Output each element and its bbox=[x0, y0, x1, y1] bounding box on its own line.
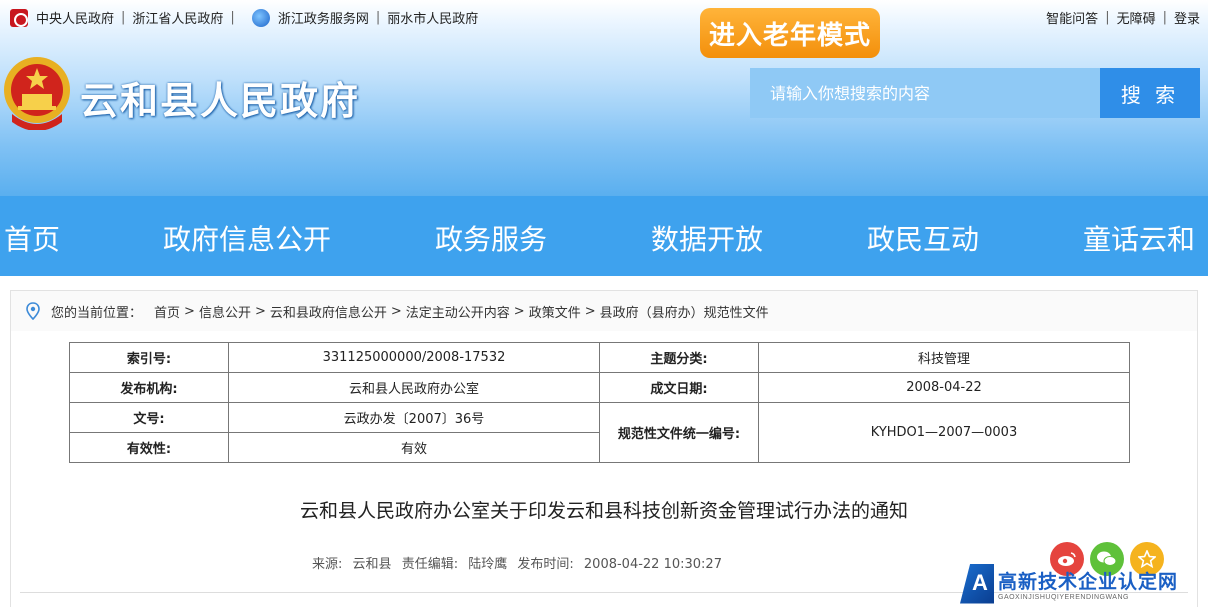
national-emblem-logo bbox=[4, 57, 70, 130]
link-zhejiang-gov[interactable]: 浙江省人民政府 bbox=[132, 8, 223, 27]
link-smart-qa[interactable]: 智能问答 bbox=[1046, 8, 1098, 27]
nav-interaction[interactable]: 政民互动 bbox=[867, 218, 979, 258]
topic-value: 科技管理 bbox=[758, 342, 1130, 373]
search-button[interactable]: 搜 索 bbox=[1100, 68, 1200, 118]
breadcrumb-home[interactable]: 首页 bbox=[154, 302, 180, 321]
table-row: 发布机构: 云和县人民政府办公室 成文日期: 2008-04-22 bbox=[69, 372, 1130, 403]
docno-label: 文号: bbox=[69, 402, 229, 433]
source-value: 云和县 bbox=[352, 557, 392, 572]
document-metadata-table: 索引号: 331125000000/2008-17532 主题分类: 科技管理 … bbox=[69, 342, 1130, 463]
document-title: 云和县人民政府办公室关于印发云和县科技创新资金管理试行办法的通知 bbox=[299, 500, 908, 522]
main-nav: 首页 政府信息公开 政务服务 数据开放 政民互动 童话云和 bbox=[0, 196, 1208, 276]
watermark-logo-icon: A bbox=[960, 563, 994, 604]
org-value: 云和县人民政府办公室 bbox=[228, 372, 600, 403]
date-value: 2008-04-22 bbox=[758, 372, 1130, 403]
link-login[interactable]: 登录 bbox=[1174, 8, 1200, 27]
document-byline: 来源: 云和县 责任编辑: 陆玲鹰 发布时间: 2008-04-22 10:30… bbox=[312, 553, 728, 572]
national-emblem-icon bbox=[10, 8, 28, 27]
time-label: 发布时间: bbox=[517, 557, 574, 572]
nav-home[interactable]: 首页 bbox=[4, 218, 60, 258]
editor-label: 责任编辑: bbox=[401, 557, 459, 572]
breadcrumb-county-info[interactable]: 云和县政府信息公开 bbox=[270, 302, 387, 321]
org-label: 发布机构: bbox=[69, 372, 229, 403]
breadcrumb-statutory[interactable]: 法定主动公开内容 bbox=[406, 302, 510, 321]
editor-value: 陆玲鹰 bbox=[468, 557, 508, 572]
top-links-left: 中央人民政府 | 浙江省人民政府 | 浙江政务服务网 | 丽水市人民政府 bbox=[10, 8, 478, 27]
code-value: KYHDO1—2007—0003 bbox=[758, 402, 1130, 463]
validity-value: 有效 bbox=[228, 432, 600, 463]
time-value: 2008-04-22 10:30:27 bbox=[583, 557, 722, 572]
docno-value: 云政办发〔2007〕36号 bbox=[228, 402, 600, 433]
table-row: 文号: 云政办发〔2007〕36号 规范性文件统一编号: KYHDO1—2007… bbox=[69, 402, 1130, 463]
breadcrumb-policy[interactable]: 政策文件 bbox=[529, 302, 581, 321]
breadcrumb-prefix: 您的当前位置： bbox=[51, 305, 143, 321]
breadcrumb-info[interactable]: 信息公开 bbox=[199, 302, 251, 321]
site-header: 中央人民政府 | 浙江省人民政府 | 浙江政务服务网 | 丽水市人民政府 智能问… bbox=[0, 0, 1208, 196]
link-accessibility[interactable]: 无障碍 bbox=[1117, 8, 1156, 27]
location-pin-icon bbox=[26, 302, 40, 320]
breadcrumb: 您的当前位置： 首页 > 信息公开 > 云和县政府信息公开 > 法定主动公开内容… bbox=[10, 290, 1198, 332]
source-label: 来源: bbox=[312, 557, 343, 572]
link-zj-service[interactable]: 浙江政务服务网 bbox=[278, 8, 369, 27]
table-row: 索引号: 331125000000/2008-17532 主题分类: 科技管理 bbox=[69, 342, 1130, 373]
site-title: 云和县人民政府 bbox=[80, 79, 361, 123]
breadcrumb-normative[interactable]: 县政府（县府办）规范性文件 bbox=[600, 302, 769, 321]
watermark: A 高新技术企业认定网 GAOXINJISHUQIYERENDINGWANG bbox=[960, 560, 1208, 607]
validity-label: 有效性: bbox=[69, 432, 229, 463]
top-links-right: 智能问答 | 无障碍 | 登录 bbox=[1046, 8, 1200, 27]
watermark-text: 高新技术企业认定网 bbox=[998, 570, 1179, 593]
topic-label: 主题分类: bbox=[599, 342, 759, 373]
top-bar: 中央人民政府 | 浙江省人民政府 | 浙江政务服务网 | 丽水市人民政府 智能问… bbox=[0, 0, 1208, 32]
elder-mode-button[interactable]: 进入老年模式 bbox=[700, 8, 880, 58]
zhejiang-service-icon bbox=[251, 8, 270, 27]
index-label: 索引号: bbox=[69, 342, 229, 373]
watermark-subtext: GAOXINJISHUQIYERENDINGWANG bbox=[998, 593, 1129, 601]
code-label: 规范性文件统一编号: bbox=[599, 402, 759, 463]
nav-gov-services[interactable]: 政务服务 bbox=[435, 218, 547, 258]
nav-open-data[interactable]: 数据开放 bbox=[651, 218, 763, 258]
index-value: 331125000000/2008-17532 bbox=[228, 342, 600, 373]
search-input[interactable] bbox=[750, 68, 1100, 118]
link-central-gov[interactable]: 中央人民政府 bbox=[36, 8, 114, 27]
link-lishui-gov[interactable]: 丽水市人民政府 bbox=[387, 8, 478, 27]
nav-fairytale-yunhe[interactable]: 童话云和 bbox=[1083, 218, 1195, 258]
nav-gov-info[interactable]: 政府信息公开 bbox=[163, 218, 331, 258]
date-label: 成文日期: bbox=[599, 372, 759, 403]
